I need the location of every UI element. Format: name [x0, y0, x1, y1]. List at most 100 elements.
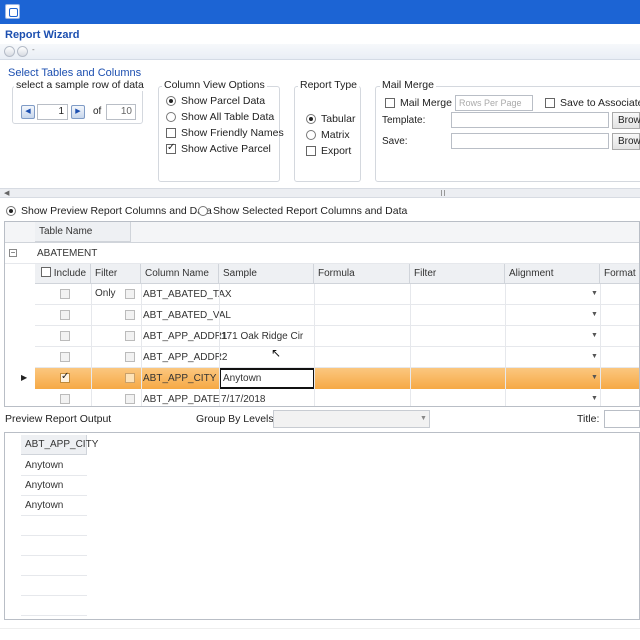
rows-per-page-input[interactable]: Rows Per Page — [455, 95, 533, 111]
show-all-table-data-option[interactable]: Show All Table Data — [166, 111, 274, 123]
tabular-option[interactable]: Tabular — [306, 113, 355, 125]
table-row[interactable]: ABT_APP_ADDR1 171 Oak Ridge Cir ▼ — [35, 326, 639, 347]
arrow-right-icon: ▶ — [75, 108, 81, 115]
row-number-input[interactable]: 1 — [37, 104, 68, 120]
selected-table-row[interactable]: ABT_APP_CITY Anytown ▼ — [35, 368, 639, 389]
sample-cell[interactable]: Anytown — [223, 368, 261, 389]
radio-selected[interactable] — [306, 114, 316, 124]
include-all-checkbox[interactable] — [41, 267, 51, 277]
checkbox-unchecked[interactable] — [545, 98, 555, 108]
back-button[interactable] — [4, 46, 15, 57]
show-preview-columns-option[interactable]: Show Preview Report Columns and Data — [6, 205, 212, 217]
filter-only-checkbox[interactable] — [125, 289, 136, 299]
include-checkbox[interactable] — [60, 371, 70, 383]
filter-only-header[interactable]: Filter Only — [91, 264, 141, 299]
group-by-select[interactable]: ▼ — [273, 410, 430, 428]
filter-only-checkbox[interactable] — [125, 373, 136, 383]
mail-merge-checkbox[interactable]: Mail Merge — [385, 97, 452, 109]
template-browse-button[interactable]: Brow — [612, 112, 640, 129]
arrow-left-icon: ◀ — [25, 108, 31, 115]
include-checkbox[interactable] — [60, 352, 70, 362]
window-header — [0, 24, 640, 46]
filter-only-checkbox[interactable] — [125, 394, 136, 404]
scroll-left-icon[interactable]: ◀ — [4, 189, 9, 197]
include-checkbox[interactable] — [60, 394, 70, 404]
grid-line — [219, 284, 220, 406]
mail-merge-title: Mail Merge — [380, 79, 436, 91]
group-name: ABATEMENT — [37, 248, 98, 259]
column-name-cell: ABT_APP_ADDR2 — [143, 352, 228, 363]
radio-selected[interactable] — [166, 96, 176, 106]
row-divider — [21, 495, 87, 496]
filter-only-checkbox[interactable] — [125, 310, 136, 320]
table-row[interactable]: ABT_APP_DATE 7/17/2018 ▼ — [35, 389, 639, 406]
grid-line — [314, 284, 315, 406]
radio-unselected[interactable] — [306, 130, 316, 140]
preview-column-header[interactable]: ABT_APP_CITY — [21, 435, 98, 455]
row-divider — [21, 535, 87, 536]
table-row[interactable]: ABT_ABATED_VAL ▼ — [35, 305, 639, 326]
splitter-grip-icon[interactable] — [441, 190, 445, 196]
sample-cell: 171 Oak Ridge Cir — [221, 331, 304, 342]
columns-grid: Table Name − ABATEMENT Include Filter On… — [4, 221, 640, 407]
table-name-header[interactable]: Table Name — [35, 222, 131, 242]
formula-header[interactable]: Formula — [314, 264, 410, 284]
include-checkbox[interactable] — [60, 310, 70, 320]
column-view-options-title: Column View Options — [162, 79, 267, 91]
alignment-header[interactable]: Alignment — [505, 264, 600, 284]
grid-line — [600, 284, 601, 406]
column-name-cell: ABT_APP_DATE — [143, 394, 220, 405]
show-active-parcel-checkbox[interactable]: Show Active Parcel — [166, 142, 271, 155]
next-row-button[interactable]: ▶ — [71, 105, 85, 119]
checkbox-unchecked[interactable] — [306, 146, 316, 156]
show-parcel-data-option[interactable]: Show Parcel Data — [166, 95, 265, 107]
preview-value-cell: Anytown — [25, 500, 64, 511]
checkbox-unchecked[interactable] — [166, 128, 176, 138]
column-name-header[interactable]: Column Name — [141, 264, 219, 284]
grid-line — [141, 284, 142, 406]
filter-only-checkbox[interactable] — [125, 331, 136, 341]
radio-unselected[interactable] — [198, 206, 208, 216]
table-row[interactable]: ABT_APP_ADDR2 ▼ — [35, 347, 639, 368]
group-by-label: Group By Levels: — [196, 413, 277, 425]
total-rows-field: 10 — [106, 104, 136, 120]
prev-row-button[interactable]: ◀ — [21, 105, 35, 119]
radio-unselected[interactable] — [166, 112, 176, 122]
forward-button[interactable] — [17, 46, 28, 57]
format-header[interactable]: Format — [600, 264, 639, 284]
save-input[interactable] — [451, 133, 609, 149]
dropdown-icon[interactable]: - — [32, 45, 35, 54]
template-input[interactable] — [451, 112, 609, 128]
export-checkbox[interactable]: Export — [306, 145, 351, 157]
collapse-icon[interactable]: − — [9, 249, 17, 257]
show-friendly-names-checkbox[interactable]: Show Friendly Names — [166, 127, 284, 139]
column-name-cell: ABT_APP_ADDR1 — [143, 331, 228, 342]
preview-grid: ABT_APP_CITY Anytown Anytown Anytown — [4, 432, 640, 620]
horizontal-scrollbar[interactable] — [0, 188, 640, 198]
save-to-associated-checkbox[interactable]: Save to Associated — [545, 97, 640, 109]
sample-header[interactable]: Sample — [219, 264, 314, 284]
alignment-dropdown-icon[interactable]: ▼ — [591, 353, 598, 360]
alignment-dropdown-icon[interactable]: ▼ — [591, 395, 598, 402]
filter-header[interactable]: Filter — [410, 264, 505, 284]
include-checkbox[interactable] — [60, 331, 70, 341]
alignment-dropdown-icon[interactable]: ▼ — [591, 311, 598, 318]
table-row[interactable]: ABT_ABATED_TAX ▼ — [35, 284, 639, 305]
alignment-dropdown-icon[interactable]: ▼ — [591, 374, 598, 381]
include-checkbox[interactable] — [60, 289, 70, 299]
alignment-dropdown-icon[interactable]: ▼ — [591, 290, 598, 297]
show-selected-columns-option[interactable]: Show Selected Report Columns and Data — [198, 205, 407, 217]
save-browse-button[interactable]: Brow — [612, 133, 640, 150]
group-row — [5, 243, 639, 264]
filter-only-checkbox[interactable] — [125, 352, 136, 362]
save-label: Save: — [382, 136, 408, 147]
preview-value-cell: Anytown — [25, 480, 64, 491]
matrix-option[interactable]: Matrix — [306, 129, 350, 141]
alignment-dropdown-icon[interactable]: ▼ — [591, 332, 598, 339]
quick-access-bar — [0, 44, 640, 60]
checkbox-checked[interactable] — [166, 142, 176, 154]
radio-selected[interactable] — [6, 206, 16, 216]
checkbox-unchecked[interactable] — [385, 98, 395, 108]
include-header[interactable]: Include — [35, 264, 91, 284]
title-input[interactable] — [604, 410, 640, 428]
